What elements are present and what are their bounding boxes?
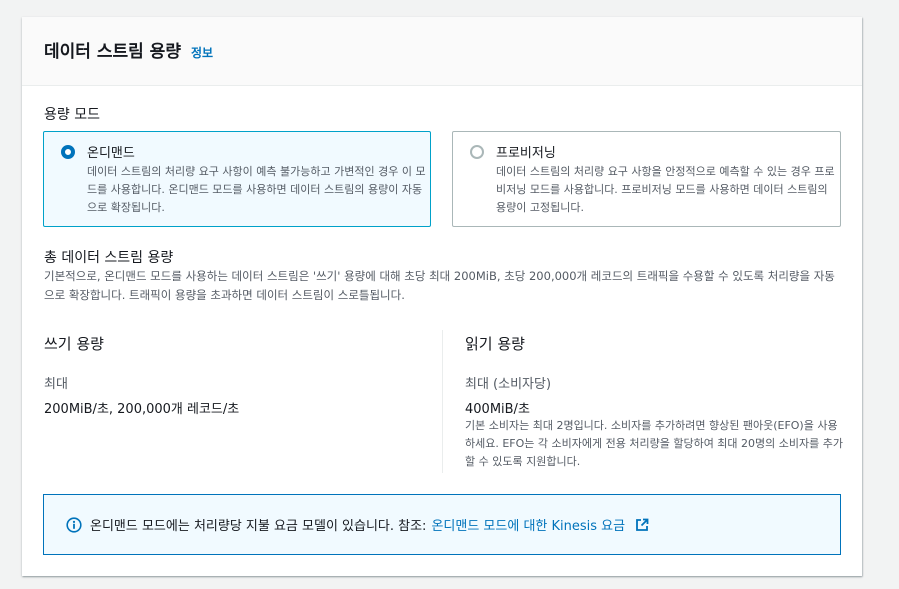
provisioned-description: 데이터 스트림의 처리량 요구 사항을 안정적으로 예측할 수 있는 경우 프로… xyxy=(496,165,835,214)
info-icon xyxy=(66,516,82,533)
read-capacity-title: 읽기 용량 xyxy=(465,335,525,353)
panel-header: 데이터 스트림 용량 정보 xyxy=(22,17,862,86)
on-demand-radio[interactable] xyxy=(61,145,75,159)
column-divider xyxy=(442,330,443,473)
write-capacity-title: 쓰기 용량 xyxy=(44,335,104,353)
external-link-icon[interactable] xyxy=(635,518,649,532)
kinesis-pricing-link[interactable]: 온디맨드 모드에 대한 Kinesis 요금 xyxy=(431,515,649,534)
provisioned-radio[interactable] xyxy=(470,145,484,159)
panel-title: 데이터 스트림 용량 xyxy=(44,42,181,62)
read-capacity-note: 기본 소비자는 최대 2명입니다. 소비자를 추가하려면 향상된 팬아웃(EFO… xyxy=(465,419,843,468)
provisioned-option[interactable]: 프로비저닝 데이터 스트림의 처리량 요구 사항을 안정적으로 예측할 수 있는… xyxy=(452,131,841,227)
capacity-panel: 데이터 스트림 용량 정보 용량 모드 온디맨드 데이터 스트림의 처리량 요구… xyxy=(22,17,862,576)
on-demand-title: 온디맨드 xyxy=(87,146,135,161)
read-capacity-label: 최대 (소비자당) xyxy=(465,377,552,392)
capacity-mode-label: 용량 모드 xyxy=(44,107,100,123)
on-demand-description: 데이터 스트림의 처리량 요구 사항이 예측 불가능하고 가변적인 경우 이 모… xyxy=(87,165,426,214)
kinesis-pricing-link-label[interactable]: 온디맨드 모드에 대한 Kinesis 요금 xyxy=(431,519,625,534)
total-capacity-description: 기본적으로, 온디맨드 모드를 사용하는 데이터 스트림은 '쓰기' 용량에 대… xyxy=(44,269,835,302)
alert-text: 온디맨드 모드에는 처리량당 지불 요금 모델이 있습니다. 참조: xyxy=(90,519,427,534)
total-capacity-title: 총 데이터 스트림 용량 xyxy=(44,250,174,266)
write-capacity-label: 최대 xyxy=(44,377,68,392)
pricing-alert: 온디맨드 모드에는 처리량당 지불 요금 모델이 있습니다. 참조: 온디맨드 … xyxy=(43,494,841,555)
read-capacity-value: 400MiB/초 xyxy=(465,402,530,417)
write-capacity-value: 200MiB/초, 200,000개 레코드/초 xyxy=(44,402,240,417)
on-demand-option[interactable]: 온디맨드 데이터 스트림의 처리량 요구 사항이 예측 불가능하고 가변적인 경… xyxy=(43,131,431,227)
provisioned-title: 프로비저닝 xyxy=(496,146,556,161)
info-link[interactable]: 정보 xyxy=(191,44,213,61)
